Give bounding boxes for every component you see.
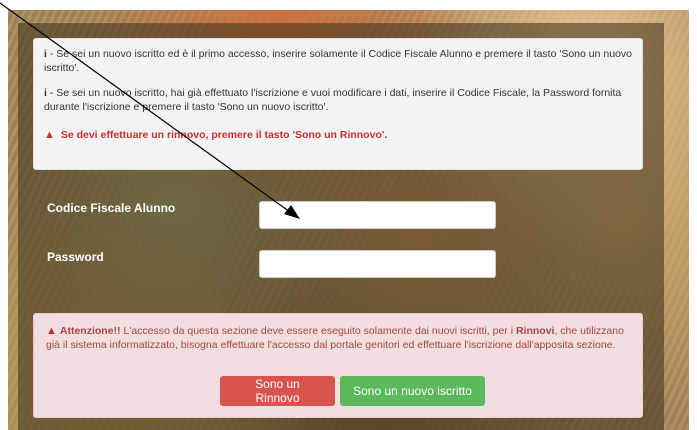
sono-un-rinnovo-button[interactable]: Sono un Rinnovo <box>220 376 335 406</box>
alert-bold-word: Rinnovi <box>515 325 555 337</box>
warning-icon: ▲ <box>44 129 55 141</box>
info-box: i - Se sei un nuovo iscritto ed è il pri… <box>33 38 643 170</box>
alert-text-before: L'accesso da questa sezione deve essere … <box>120 325 516 337</box>
info-text-modify: - Se sei un nuovo iscritto, hai già effe… <box>44 87 622 113</box>
alert-title: Attenzione!! <box>59 325 121 337</box>
codice-fiscale-input[interactable] <box>259 201 496 229</box>
attention-alert: ▲ Attenzione!! L'accesso da questa sezion… <box>33 313 643 418</box>
info-icon: i <box>44 87 47 99</box>
codice-fiscale-label: Codice Fiscale Alunno <box>47 201 176 215</box>
info-text-renewal: Se devi effettuare un rinnovo, premere i… <box>60 129 388 141</box>
info-text-first-access: - Se sei un nuovo iscritto ed è il primo… <box>44 48 632 74</box>
info-icon: i <box>44 48 47 60</box>
password-label: Password <box>47 250 104 264</box>
info-line-renewal: ▲ Se devi effettuare un rinnovo, premere… <box>44 128 632 142</box>
password-input[interactable] <box>259 250 496 278</box>
info-line-first-access: i - Se sei un nuovo iscritto ed è il pri… <box>44 47 632 75</box>
sono-un-nuovo-iscritto-button[interactable]: Sono un nuovo iscritto <box>340 376 485 406</box>
info-line-modify: i - Se sei un nuovo iscritto, hai già ef… <box>44 86 632 114</box>
warning-icon: ▲ <box>46 325 57 337</box>
